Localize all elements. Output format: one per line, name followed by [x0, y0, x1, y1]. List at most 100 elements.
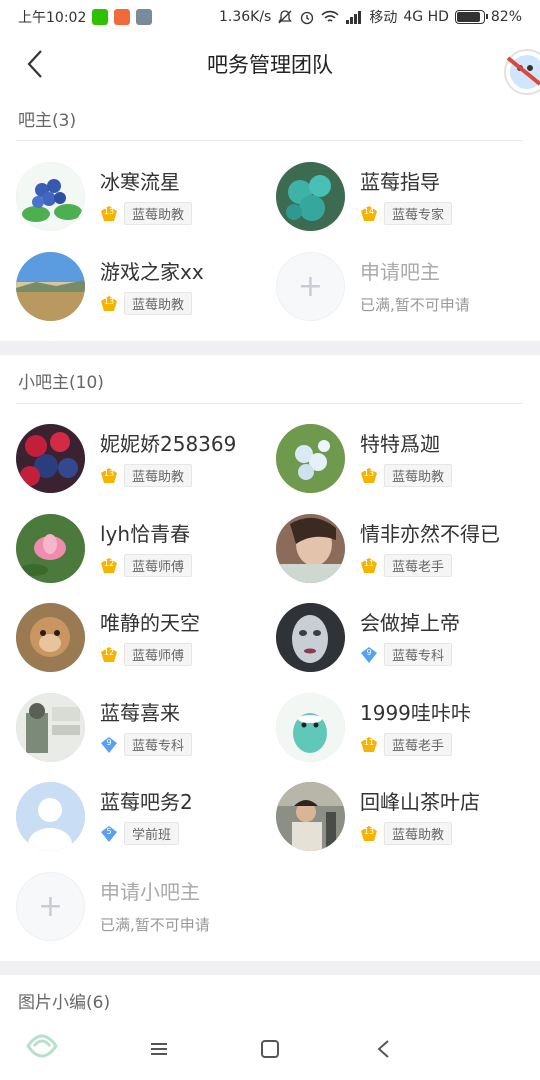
member-card[interactable]: 1999哇咔咔 11 蓝莓老手	[276, 693, 526, 765]
signal-icon	[346, 11, 362, 24]
member-name: 唯静的天空	[100, 611, 200, 635]
avatar	[16, 603, 85, 672]
apply-assistant-label: 申请小吧主	[100, 880, 200, 904]
avatar	[16, 162, 85, 231]
level-badge-icon: 12	[100, 646, 118, 664]
member-card[interactable]: 蓝莓指导 14 蓝莓专家	[276, 162, 526, 234]
member-card[interactable]: 蓝莓吧务2 5 学前班	[16, 782, 266, 854]
member-name: 妮妮娇258369	[100, 432, 237, 456]
avatar	[276, 162, 345, 231]
network-speed: 1.36K/s	[218, 9, 272, 25]
back-arrow-icon[interactable]	[20, 48, 52, 80]
member-name: 回峰山茶叶店	[360, 790, 480, 814]
watermark-logo-icon	[26, 1034, 58, 1058]
apply-owner-card[interactable]: + 申请吧主 已满,暂不可申请	[276, 252, 526, 324]
member-name: 蓝莓吧务2	[100, 790, 193, 814]
avatar	[16, 514, 85, 583]
member-card[interactable]: 会做掉上帝 9 蓝莓专科	[276, 603, 526, 675]
member-title-tag: 蓝莓助教	[124, 464, 193, 487]
member-name: 蓝莓喜来	[100, 701, 180, 725]
level-badge-icon: 13	[360, 825, 378, 843]
member-card[interactable]: lyh恰青春 12 蓝莓师傅	[16, 514, 266, 586]
avatar	[276, 693, 345, 762]
back-icon[interactable]	[371, 1036, 397, 1062]
calendar-icon	[136, 9, 153, 25]
member-card[interactable]: 情非亦然不得已 11 蓝莓老手	[276, 514, 526, 586]
section-title-owners: 吧主(3)	[18, 111, 77, 131]
alarm-icon	[301, 11, 314, 25]
status-time: 上午10:02	[18, 10, 87, 26]
apply-owner-note: 已满,暂不可申请	[360, 296, 470, 314]
level-badge-icon: 9	[360, 646, 378, 664]
member-name: 蓝莓指导	[360, 170, 440, 194]
member-card[interactable]: 唯静的天空 12 蓝莓师傅	[16, 603, 266, 675]
carrier-name: 移动	[369, 10, 398, 26]
system-nav-bar	[0, 1018, 540, 1080]
divider	[16, 140, 522, 141]
divider	[16, 403, 522, 404]
plus-icon: +	[16, 872, 85, 941]
member-name: 游戏之家xx	[100, 260, 204, 284]
level-badge-icon: 14	[360, 205, 378, 223]
battery-level: 82%	[490, 9, 522, 25]
level-badge-icon: 13	[100, 205, 118, 223]
avatar	[276, 514, 345, 583]
battery-icon	[454, 10, 488, 24]
member-title-tag: 蓝莓专科	[384, 643, 453, 666]
avatar	[276, 603, 345, 672]
member-card[interactable]: 妮妮娇258369 13 蓝莓助教	[16, 424, 266, 496]
avatar	[16, 252, 85, 321]
header: 吧务管理团队	[0, 34, 540, 94]
member-title-tag: 蓝莓助教	[384, 822, 453, 845]
level-badge-icon: 13	[100, 467, 118, 485]
member-card[interactable]: 冰寒流星 13 蓝莓助教	[16, 162, 266, 234]
section-title-photo-editors: 图片小编(6)	[18, 993, 111, 1013]
menu-icon[interactable]	[146, 1036, 172, 1062]
plus-icon: +	[276, 252, 345, 321]
avatar	[16, 424, 85, 493]
member-name: lyh恰青春	[100, 522, 191, 546]
member-card[interactable]: 回峰山茶叶店 13 蓝莓助教	[276, 782, 526, 854]
member-card[interactable]: 蓝莓喜来 9 蓝莓专科	[16, 693, 266, 765]
status-bar: 上午10:02 1.36K/s 移动 4G HD 82%	[0, 0, 540, 34]
level-badge-icon: 13	[100, 295, 118, 313]
member-name: 特特爲迦	[360, 432, 440, 456]
member-title-tag: 蓝莓老手	[384, 733, 453, 756]
member-name: 情非亦然不得已	[360, 522, 500, 546]
avatar	[276, 424, 345, 493]
apply-assistant-card[interactable]: + 申请小吧主 已满,暂不可申请	[16, 872, 266, 944]
level-badge-icon: 11	[360, 736, 378, 754]
avatar	[16, 693, 85, 762]
section-title-assistants: 小吧主(10)	[18, 373, 104, 393]
member-name: 会做掉上帝	[360, 611, 460, 635]
member-name: 1999哇咔咔	[360, 701, 471, 725]
level-badge-icon: 9	[100, 736, 118, 754]
home-icon[interactable]	[257, 1036, 283, 1062]
member-title-tag: 蓝莓老手	[384, 554, 453, 577]
member-title-tag: 蓝莓师傅	[124, 554, 193, 577]
section-divider	[0, 341, 540, 355]
member-title-tag: 蓝莓专科	[124, 733, 193, 756]
apply-owner-label: 申请吧主	[360, 260, 440, 284]
member-card[interactable]: 游戏之家xx 13 蓝莓助教	[16, 252, 266, 324]
member-title-tag: 学前班	[124, 822, 180, 845]
member-name: 冰寒流星	[100, 170, 180, 194]
apply-assistant-note: 已满,暂不可申请	[100, 916, 210, 934]
member-card[interactable]: 特特爲迦 13 蓝莓助教	[276, 424, 526, 496]
network-type: 4G HD	[403, 9, 449, 25]
page-title: 吧务管理团队	[207, 53, 333, 77]
member-title-tag: 蓝莓助教	[124, 202, 193, 225]
avatar	[16, 782, 85, 851]
member-title-tag: 蓝莓师傅	[124, 643, 193, 666]
section-divider	[0, 961, 540, 975]
level-badge-icon: 13	[360, 467, 378, 485]
wifi-icon	[321, 10, 339, 22]
wechat-icon	[92, 9, 109, 25]
level-badge-icon: 5	[100, 825, 118, 843]
mascot-floating-icon[interactable]	[500, 34, 540, 104]
member-title-tag: 蓝莓助教	[384, 464, 453, 487]
level-badge-icon: 11	[360, 557, 378, 575]
level-badge-icon: 12	[100, 557, 118, 575]
member-title-tag: 蓝莓助教	[124, 292, 193, 315]
member-title-tag: 蓝莓专家	[384, 202, 453, 225]
